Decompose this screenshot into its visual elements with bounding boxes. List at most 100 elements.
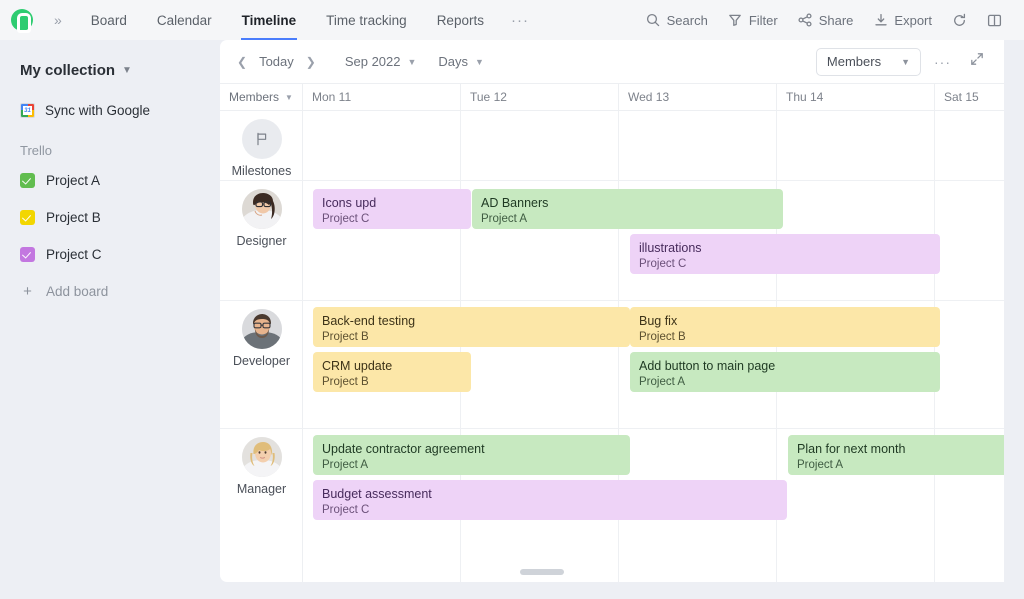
- task-bar-ad-banners[interactable]: AD Banners Project A: [472, 189, 783, 229]
- day-column-header-sat-15: Sat 15: [935, 84, 1004, 110]
- share-icon: [798, 13, 813, 28]
- timeline-row-manager: Manager Update contractor agreement Proj…: [220, 429, 1004, 581]
- row-resource-developer[interactable]: Developer: [220, 301, 303, 428]
- task-title: Bug fix: [639, 314, 931, 329]
- header-members-selector[interactable]: Members ▼: [220, 84, 303, 110]
- task-title: Plan for next month: [797, 442, 1004, 457]
- row-resource-milestones[interactable]: Milestones: [220, 111, 303, 180]
- scale-label: Days: [438, 54, 468, 69]
- chevron-down-icon: ▼: [475, 57, 484, 67]
- task-project: Project A: [797, 458, 1004, 473]
- task-title: Back-end testing: [322, 314, 621, 329]
- month-selector[interactable]: Sep 2022 ▼: [345, 54, 417, 69]
- header-members-label: Members: [229, 90, 279, 104]
- nav-overflow-button[interactable]: ···: [499, 12, 541, 29]
- day-column-header-tue-12: Tue 12: [461, 84, 619, 110]
- flag-icon: [242, 119, 282, 159]
- task-title: CRM update: [322, 359, 462, 374]
- month-label: Sep 2022: [345, 54, 401, 69]
- timeline-row-developer: Developer Back-end testing Project B Bug…: [220, 301, 1004, 429]
- double-chevron-right-icon[interactable]: »: [54, 12, 60, 28]
- filter-button[interactable]: Filter: [718, 13, 788, 28]
- chevron-left-icon[interactable]: ❮: [234, 53, 250, 71]
- collection-title: My collection: [20, 62, 115, 79]
- timeline-grid: Milestones: [220, 111, 1004, 582]
- sync-with-google-button[interactable]: 31 Sync with Google: [0, 99, 220, 121]
- top-actions: Search Filter Share: [636, 13, 1024, 28]
- nav-tab-board[interactable]: Board: [76, 0, 142, 40]
- manager-avatar: [242, 437, 282, 477]
- nav-tab-timeline[interactable]: Timeline: [227, 0, 312, 40]
- task-bar-crm-update[interactable]: CRM update Project B: [313, 352, 471, 392]
- sidebar-item-project-b[interactable]: Project B: [0, 202, 220, 232]
- app-logo[interactable]: [0, 9, 44, 31]
- sidebar-item-project-a[interactable]: Project A: [0, 165, 220, 195]
- row-label: Designer: [236, 234, 286, 248]
- export-icon: [873, 13, 888, 28]
- add-board-button[interactable]: + Add board: [0, 276, 220, 306]
- task-title: Icons upd: [322, 196, 462, 211]
- timeline-header-row: Members ▼ Mon 11 Tue 12 Wed 13 Thu 14 Sa…: [220, 84, 1004, 111]
- timeline-more-button[interactable]: ···: [925, 54, 960, 70]
- designer-avatar: [242, 189, 282, 229]
- task-bar-back-end-testing[interactable]: Back-end testing Project B: [313, 307, 630, 347]
- today-button[interactable]: Today: [259, 54, 294, 69]
- day-column-header-wed-13: Wed 13: [619, 84, 777, 110]
- task-bar-illustrations[interactable]: illustrations Project C: [630, 234, 940, 274]
- search-button[interactable]: Search: [636, 13, 718, 28]
- nav-tab-reports[interactable]: Reports: [422, 0, 499, 40]
- google-calendar-icon: 31: [20, 103, 35, 118]
- chevron-right-icon[interactable]: ❯: [303, 53, 319, 71]
- timeline-row-milestones: Milestones: [220, 111, 1004, 181]
- sidebar-item-label: Project A: [46, 173, 100, 188]
- search-label: Search: [667, 13, 708, 28]
- task-bar-bug-fix[interactable]: Bug fix Project B: [630, 307, 940, 347]
- task-bar-budget-assessment[interactable]: Budget assessment Project C: [313, 480, 787, 520]
- chevron-down-icon: ▼: [285, 93, 293, 102]
- filter-icon: [728, 13, 743, 28]
- task-bar-add-button-to-main-page[interactable]: Add button to main page Project A: [630, 352, 940, 392]
- row-resource-designer[interactable]: Designer: [220, 181, 303, 300]
- share-label: Share: [819, 13, 854, 28]
- refresh-icon: [952, 13, 967, 28]
- task-title: Update contractor agreement: [322, 442, 621, 457]
- checkbox-icon[interactable]: [20, 247, 35, 262]
- task-title: illustrations: [639, 241, 931, 256]
- horizontal-scrollbar[interactable]: [520, 569, 564, 575]
- plus-icon: +: [20, 284, 35, 299]
- collection-selector[interactable]: My collection ▼: [0, 56, 220, 79]
- task-title: AD Banners: [481, 196, 774, 211]
- planyway-logo-icon: [11, 9, 33, 31]
- row-label: Manager: [237, 482, 286, 496]
- export-label: Export: [894, 13, 932, 28]
- task-project: Project B: [639, 330, 931, 345]
- timeline-row-designer: Designer Icons upd Project C AD Banners …: [220, 181, 1004, 301]
- sidebar-item-project-c[interactable]: Project C: [0, 239, 220, 269]
- sidebar-item-label: Project C: [46, 247, 102, 262]
- members-group-by-button[interactable]: Members ▼: [816, 48, 921, 76]
- task-title: Add button to main page: [639, 359, 931, 374]
- task-title: Budget assessment: [322, 487, 778, 502]
- date-navigator: ❮ Today ❯: [234, 53, 319, 71]
- task-bar-update-contractor-agreement[interactable]: Update contractor agreement Project A: [313, 435, 630, 475]
- task-project: Project A: [481, 212, 774, 227]
- nav-tab-calendar[interactable]: Calendar: [142, 0, 227, 40]
- checkbox-icon[interactable]: [20, 210, 35, 225]
- row-resource-manager[interactable]: Manager: [220, 429, 303, 581]
- scale-selector[interactable]: Days ▼: [438, 54, 484, 69]
- expand-fullscreen-button[interactable]: [964, 52, 990, 71]
- task-project: Project C: [322, 503, 778, 518]
- day-column-header-thu-14: Thu 14: [777, 84, 935, 110]
- split-panel-button[interactable]: [977, 13, 1012, 28]
- task-bar-plan-for-next-month[interactable]: Plan for next month Project A: [788, 435, 1004, 475]
- members-button-label: Members: [827, 54, 881, 69]
- checkbox-icon[interactable]: [20, 173, 35, 188]
- refresh-button[interactable]: [942, 13, 977, 28]
- sidebar-item-label: Project B: [46, 210, 101, 225]
- task-bar-icons-upd[interactable]: Icons upd Project C: [313, 189, 471, 229]
- filter-label: Filter: [749, 13, 778, 28]
- nav-tab-time-tracking[interactable]: Time tracking: [311, 0, 422, 40]
- share-button[interactable]: Share: [788, 13, 864, 28]
- export-button[interactable]: Export: [863, 13, 942, 28]
- milestones-flag-badge: [242, 119, 282, 159]
